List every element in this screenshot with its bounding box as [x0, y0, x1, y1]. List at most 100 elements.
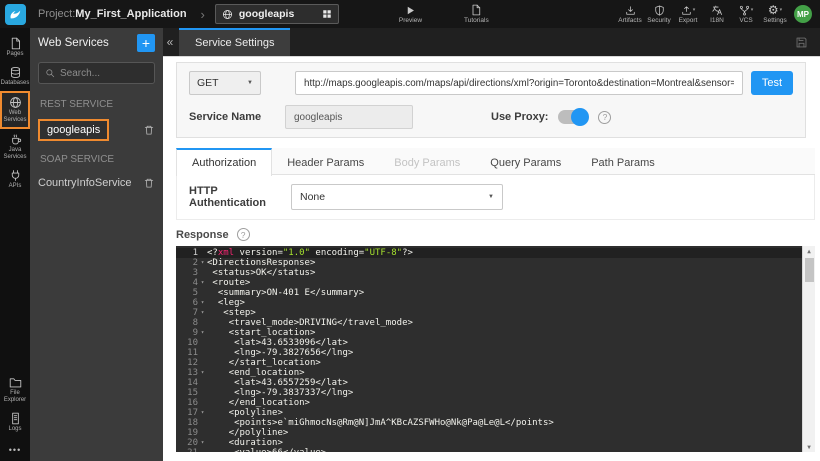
test-button[interactable]: Test — [751, 71, 793, 95]
fold-arrow-icon[interactable]: ▾ — [198, 328, 207, 338]
tab-query-params[interactable]: Query Params — [475, 148, 576, 175]
user-avatar[interactable]: MP — [794, 5, 812, 23]
grid-icon[interactable] — [322, 9, 332, 19]
preview-button[interactable]: Preview — [399, 5, 422, 24]
code-line-16[interactable]: 16 </end_location> — [176, 398, 815, 408]
preview-label: Preview — [398, 16, 423, 24]
topbar-item-label: VCS — [739, 17, 753, 24]
fold-arrow-icon[interactable]: ▾ — [198, 258, 207, 268]
service-name-input[interactable] — [285, 105, 413, 129]
code-text: <start_location> — [207, 328, 316, 338]
sidebar-item-label: Logs — [8, 426, 22, 432]
code-text: </polyline> — [207, 428, 289, 438]
scroll-up-icon[interactable]: ▲ — [807, 246, 811, 256]
sidebar-item-file-explorer[interactable]: File Explorer — [0, 372, 30, 408]
code-line-8[interactable]: 8 <travel_mode>DRIVING</travel_mode> — [176, 318, 815, 328]
code-line-1[interactable]: 1 <?xml version="1.0" encoding="UTF-8"?> — [176, 248, 815, 258]
collapse-panel-button[interactable]: « — [163, 35, 177, 49]
service-selector[interactable]: googleapis — [214, 4, 339, 24]
code-line-6[interactable]: 6 ▾ <leg> — [176, 298, 815, 308]
topbar-item-security[interactable]: Security — [646, 4, 672, 24]
code-line-20[interactable]: 20 ▾ <duration> — [176, 438, 815, 448]
code-line-9[interactable]: 9 ▾ <start_location> — [176, 328, 815, 338]
code-line-18[interactable]: 18 <points>e`miGhmocNs@Rm@N]JmA^KBcAZSFW… — [176, 418, 815, 428]
wavemaker-logo-icon — [4, 3, 26, 25]
topbar-item-vcs[interactable]: ▾ VCS — [733, 4, 759, 24]
code-line-17[interactable]: 17 ▾ <polyline> — [176, 408, 815, 418]
topbar-item-i18n[interactable]: I18N — [704, 4, 730, 24]
sidebar-item-logs[interactable]: Logs — [0, 408, 30, 437]
fold-arrow-icon[interactable]: ▾ — [198, 298, 207, 308]
fold-arrow-icon[interactable]: ▾ — [198, 438, 207, 448]
response-help-icon[interactable]: ? — [236, 228, 250, 241]
plug-icon — [9, 169, 22, 182]
tab-authorization[interactable]: Authorization — [176, 148, 273, 176]
document-icon — [470, 4, 482, 16]
proxy-help-icon[interactable]: ? — [598, 110, 612, 124]
code-text: <value>66</value> — [207, 448, 326, 452]
line-number: 6 — [192, 298, 198, 308]
code-line-4[interactable]: 4 ▾ <route> — [176, 278, 815, 288]
request-url-input[interactable] — [295, 71, 743, 95]
topbar-item-settings[interactable]: ⚙ ▾ Settings — [762, 4, 788, 24]
topbar-item-artifacts[interactable]: Artifacts — [617, 4, 643, 24]
service-item-countryinfoservice[interactable]: CountryInfoService — [30, 170, 163, 196]
fold-arrow-icon[interactable]: ▾ — [198, 308, 207, 318]
code-line-14[interactable]: 14 <lat>43.6557259</lat> — [176, 378, 815, 388]
search-input[interactable] — [60, 67, 148, 79]
tab-service-settings[interactable]: Service Settings — [179, 28, 291, 56]
topbar-item-label: Settings — [763, 17, 787, 24]
scroll-down-icon[interactable]: ▼ — [807, 442, 811, 452]
response-code-editor[interactable]: 1 <?xml version="1.0" encoding="UTF-8"?> 2… — [176, 246, 815, 452]
code-line-19[interactable]: 19 </polyline> — [176, 428, 815, 438]
service-search — [38, 62, 155, 84]
scrollbar-thumb[interactable] — [804, 258, 814, 282]
code-line-7[interactable]: 7 ▾ <step> — [176, 308, 815, 318]
code-line-2[interactable]: 2 ▾ <DirectionsResponse> — [176, 258, 815, 268]
http-method-select[interactable]: GET ▼ — [189, 71, 261, 95]
fold-arrow-icon[interactable]: ▾ — [198, 368, 207, 378]
left-rail: Pages Databases Web Services Java Services A… — [0, 28, 30, 461]
sidebar-item-databases[interactable]: Databases — [0, 62, 30, 91]
sidebar-item-pages[interactable]: Pages — [0, 33, 30, 62]
topbar-item-export[interactable]: ▾ Export — [675, 4, 701, 24]
code-line-10[interactable]: 10 <lat>43.6533096</lat> — [176, 338, 815, 348]
trash-icon[interactable] — [143, 177, 155, 189]
tutorials-button[interactable]: Tutorials — [464, 4, 489, 24]
code-line-11[interactable]: 11 <lng>-79.3827656</lng> — [176, 348, 815, 358]
sidebar-item-apis[interactable]: APIs — [0, 165, 30, 194]
chevron-down-icon: ▾ — [750, 7, 754, 13]
fold-arrow-icon[interactable]: ▾ — [198, 408, 207, 418]
use-proxy-toggle[interactable] — [558, 108, 590, 126]
service-item-googleapis[interactable]: googleapis — [30, 115, 163, 145]
code-line-12[interactable]: 12 </start_location> — [176, 358, 815, 368]
code-line-21[interactable]: 21 <value>66</value> — [176, 448, 815, 452]
search-icon — [45, 68, 55, 78]
folder-icon — [9, 376, 22, 389]
save-icon[interactable] — [795, 36, 808, 49]
rail-overflow-button[interactable]: ••• — [9, 437, 21, 461]
code-line-3[interactable]: 3 <status>OK</status> — [176, 268, 815, 278]
app-logo[interactable] — [0, 0, 30, 28]
trash-icon[interactable] — [143, 124, 155, 136]
code-text: </end_location> — [207, 398, 310, 408]
line-number: 16 — [187, 398, 198, 408]
tab-header-params[interactable]: Header Params — [272, 148, 379, 175]
sidebar-item-web-services[interactable]: Web Services — [0, 91, 30, 129]
code-text: <summary>ON-401 E</summary> — [207, 288, 365, 298]
sidebar-item-java-services[interactable]: Java Services — [0, 129, 30, 165]
add-service-button[interactable]: + — [137, 34, 155, 52]
code-line-15[interactable]: 15 <lng>-79.3837337</lng> — [176, 388, 815, 398]
tab-path-params[interactable]: Path Params — [576, 148, 670, 175]
code-line-5[interactable]: 5 <summary>ON-401 E</summary> — [176, 288, 815, 298]
code-text: <duration> — [207, 438, 283, 448]
code-line-13[interactable]: 13 ▾ <end_location> — [176, 368, 815, 378]
code-text: <end_location> — [207, 368, 305, 378]
fold-arrow-icon[interactable]: ▾ — [198, 278, 207, 288]
code-text: </start_location> — [207, 358, 321, 368]
http-authentication-select[interactable]: None ▼ — [291, 184, 503, 210]
editor-scrollbar[interactable]: ▲ ▼ — [802, 246, 815, 452]
